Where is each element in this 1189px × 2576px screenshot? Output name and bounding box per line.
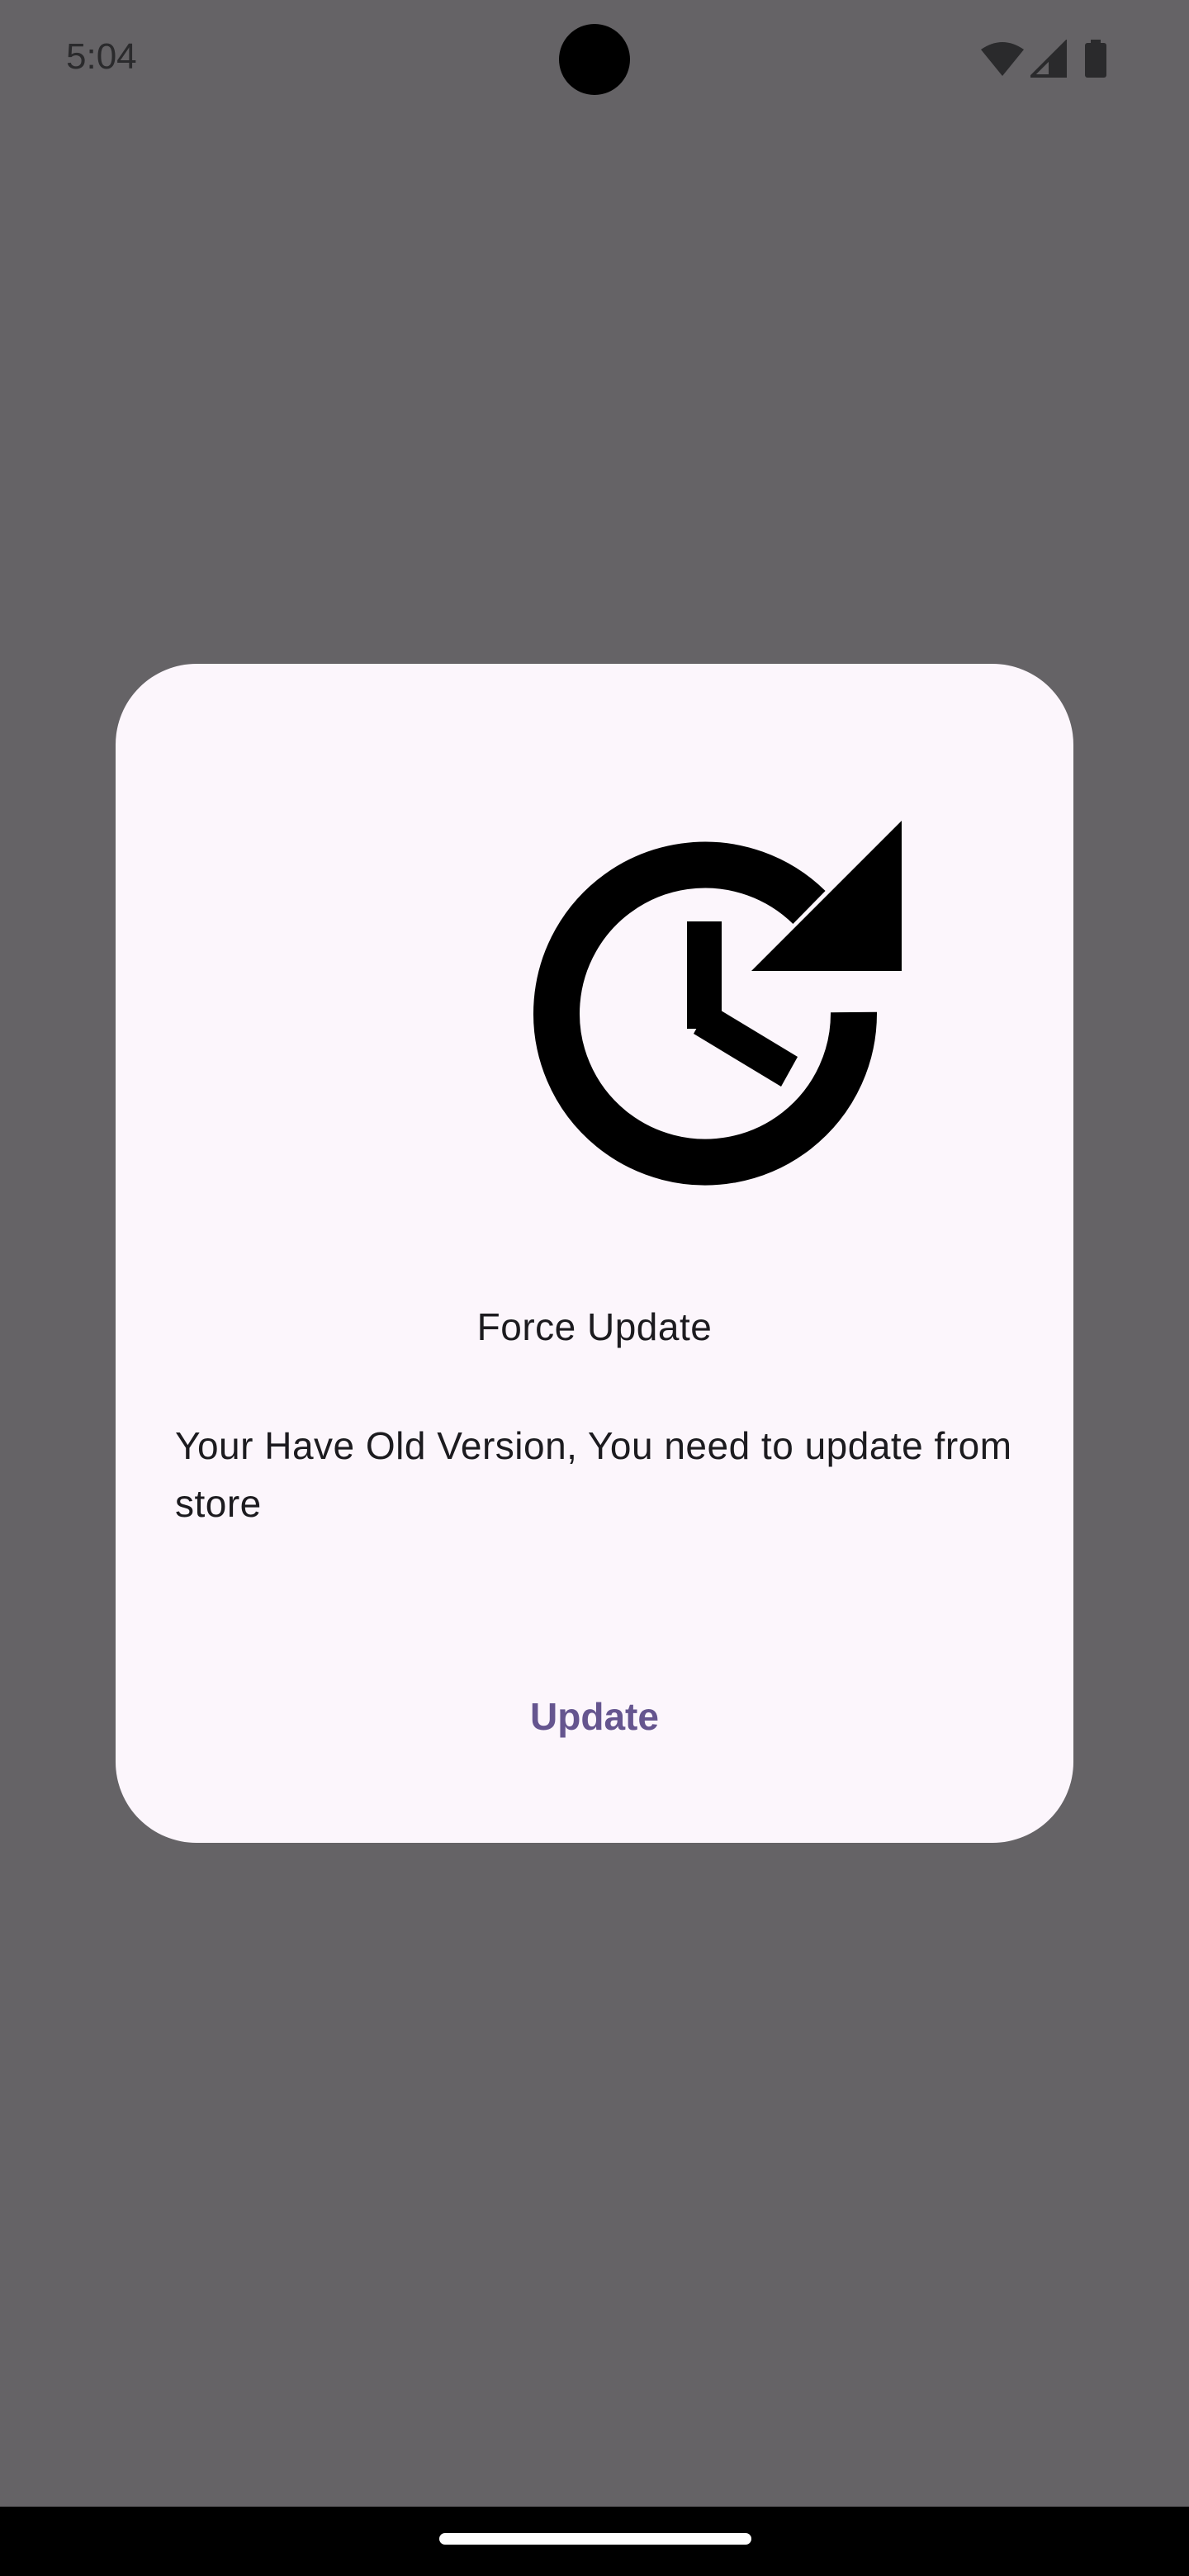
update-button[interactable]: Update (479, 1671, 710, 1762)
status-time: 5:04 (66, 36, 137, 77)
dialog-title: Force Update (476, 1305, 713, 1348)
camera-cutout (559, 24, 630, 95)
status-bar: 5:04 (0, 0, 1189, 119)
force-update-dialog: Force Update Your Have Old Version, You … (116, 664, 1073, 1843)
battery-icon (1085, 40, 1106, 78)
dialog-message: Your Have Old Version, You need to updat… (175, 1424, 1012, 1525)
status-icons (979, 40, 1111, 79)
wifi-icon (981, 42, 1024, 76)
update-clock-icon (533, 821, 902, 1186)
home-handle[interactable] (439, 2533, 751, 2545)
cellular-signal-icon (1030, 40, 1067, 78)
